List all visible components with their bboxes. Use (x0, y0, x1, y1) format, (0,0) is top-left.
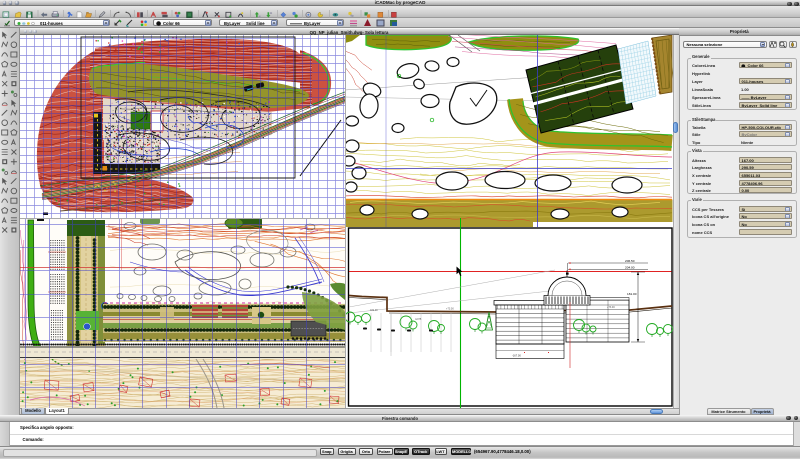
svg-text:181.00: 181.00 (627, 292, 637, 296)
svg-text:206.50: 206.50 (625, 259, 635, 263)
svg-text:-167.00: -167.00 (512, 354, 521, 358)
svg-text:m075: m075 (415, 318, 422, 321)
svg-text:+73.00: +73.00 (446, 308, 454, 311)
svg-text:+73.00: +73.00 (607, 306, 615, 309)
svg-text:204.00: 204.00 (625, 265, 635, 269)
svg-text:182.00: 182.00 (370, 309, 378, 312)
